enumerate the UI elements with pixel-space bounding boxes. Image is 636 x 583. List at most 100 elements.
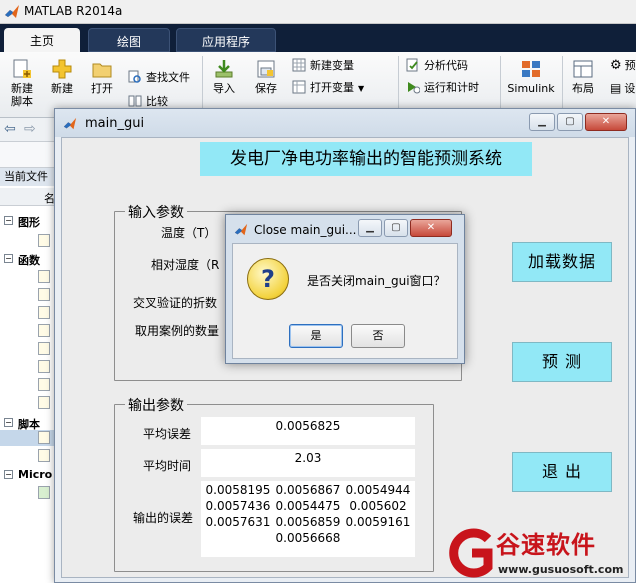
close-confirm-dialog: Close main_gui... ▁ ▢ ✕ ? 是否关闭main_gui窗口… xyxy=(225,214,465,364)
maximize-icon: ▢ xyxy=(391,222,401,233)
dialog-minimize-button[interactable]: ▁ xyxy=(358,219,382,237)
question-icon: ? xyxy=(247,258,289,300)
error-value: 0.005602 xyxy=(349,499,407,513)
error-value: 0.0054475 xyxy=(275,499,341,513)
open-variable-label: 打开变量 xyxy=(310,81,354,94)
run-and-time-icon xyxy=(408,82,420,94)
simulink-icon xyxy=(522,61,540,77)
tab-apps[interactable]: 应用程序 xyxy=(176,28,276,52)
tab-home[interactable]: 主页 xyxy=(4,28,80,52)
tree-collapse-toggle[interactable]: − xyxy=(4,418,13,427)
m-file-icon[interactable] xyxy=(38,288,50,301)
analyze-code-icon xyxy=(406,58,418,72)
predict-button[interactable]: 预 测 xyxy=(512,342,612,382)
name-column-header[interactable]: 名 xyxy=(0,188,56,206)
tree-section-microsoft[interactable]: Micro xyxy=(18,468,52,481)
minimize-button[interactable]: ▁ xyxy=(529,113,555,131)
m-file-icon[interactable] xyxy=(38,324,50,337)
temperature-label: 温度（T） xyxy=(161,226,217,240)
find-files-button[interactable]: 查找文件 xyxy=(128,70,190,86)
dialog-titlebar[interactable]: Close main_gui... ▁ ▢ ✕ xyxy=(226,215,464,243)
simulink-label: Simulink xyxy=(507,82,555,95)
system-heading: 发电厂净电功率输出的智能预测系统 xyxy=(200,142,532,176)
close-icon: ✕ xyxy=(426,222,436,233)
load-data-button[interactable]: 加载数据 xyxy=(512,242,612,282)
dialog-close-button[interactable]: ✕ xyxy=(410,219,452,237)
matlab-logo-icon xyxy=(63,117,77,130)
folder-nav-row: ⇦ ⇨ xyxy=(0,118,56,142)
m-file-icon[interactable] xyxy=(38,431,50,444)
close-button[interactable]: ✕ xyxy=(585,113,627,131)
import-label: 导入 xyxy=(213,82,235,95)
maximize-button[interactable]: ▢ xyxy=(557,113,583,131)
dialog-maximize-button[interactable]: ▢ xyxy=(384,219,408,237)
settings-button[interactable]: ▤ 设 xyxy=(610,80,635,96)
tree-collapse-toggle[interactable]: − xyxy=(4,470,13,479)
gusu-logo-icon xyxy=(449,528,493,578)
open-variable-button[interactable]: 打开变量 ▼ xyxy=(292,80,364,96)
compare-label: 比较 xyxy=(146,95,168,108)
new-script-button[interactable]: 新建 脚本 xyxy=(4,58,40,108)
dialog-title: Close main_gui... xyxy=(254,223,357,237)
case-count-label: 取用案例的数量 xyxy=(135,324,220,338)
open-button[interactable]: 打开 xyxy=(84,58,120,95)
close-icon: ✕ xyxy=(601,116,611,127)
forward-arrow-icon[interactable]: ⇨ xyxy=(24,121,36,137)
tree-section-functions[interactable]: 函数 xyxy=(18,252,40,268)
new-variable-button[interactable]: 新建变量 xyxy=(292,58,354,74)
output-errors-listbox[interactable]: 0.0058195 0.0056867 0.0054944 0.0057436 … xyxy=(201,481,415,557)
m-file-icon[interactable] xyxy=(38,449,50,462)
save-button[interactable]: 保存 xyxy=(248,58,284,95)
output-params-panel: 输出参数 平均误差 0.0056825 平均时间 2.03 输出的误差 0.00… xyxy=(114,395,434,572)
mean-time-field: 2.03 xyxy=(201,449,415,477)
error-row: 0.0057631 0.0056859 0.0059161 xyxy=(201,515,415,531)
yes-button[interactable]: 是 xyxy=(289,324,343,348)
new-button[interactable]: 新建 xyxy=(44,58,80,95)
new-script-icon xyxy=(13,59,31,78)
find-files-icon xyxy=(128,70,141,83)
open-label: 打开 xyxy=(91,82,113,95)
input-panel-title: 输入参数 xyxy=(125,202,187,222)
tab-plots[interactable]: 绘图 xyxy=(88,28,170,52)
exit-button[interactable]: 退 出 xyxy=(512,452,612,492)
folder-path-bar[interactable] xyxy=(0,142,56,168)
error-value: 0.0056668 xyxy=(275,531,341,545)
import-button[interactable]: 导入 xyxy=(206,58,242,95)
tree-collapse-toggle[interactable]: − xyxy=(4,254,13,263)
analyze-code-button[interactable]: 分析代码 xyxy=(406,58,468,74)
cv-folds-label: 交叉验证的折数 xyxy=(133,296,218,310)
minimize-icon: ▁ xyxy=(366,222,374,233)
mean-error-label: 平均误差 xyxy=(143,427,192,441)
dialog-message: 是否关闭main_gui窗口？ xyxy=(307,274,446,288)
m-file-icon[interactable] xyxy=(38,378,50,391)
settings-label: 设 xyxy=(624,82,636,95)
tree-section-figures[interactable]: 图形 xyxy=(18,214,40,230)
tree-collapse-toggle[interactable]: − xyxy=(4,216,13,225)
excel-file-icon[interactable] xyxy=(38,486,50,499)
new-variable-label: 新建变量 xyxy=(310,59,354,72)
chevron-down-icon: ▼ xyxy=(358,84,365,93)
layout-button[interactable]: 布局 xyxy=(566,58,600,95)
settings-icon: ▤ xyxy=(610,81,622,95)
run-and-time-label: 运行和计时 xyxy=(424,81,479,94)
new-label: 新建 xyxy=(51,82,73,95)
m-file-icon[interactable] xyxy=(38,342,50,355)
run-and-time-button[interactable]: 运行和计时 xyxy=(406,80,479,96)
m-file-icon[interactable] xyxy=(38,396,50,409)
error-value: 0.0056859 xyxy=(275,515,341,529)
simulink-button[interactable]: Simulink xyxy=(504,58,558,95)
find-files-label: 查找文件 xyxy=(146,71,190,84)
m-file-icon[interactable] xyxy=(38,270,50,283)
matlab-logo-icon xyxy=(234,223,248,236)
open-variable-icon xyxy=(292,80,306,94)
output-errors-label: 输出的误差 xyxy=(133,511,194,525)
mean-error-field: 0.0056825 xyxy=(201,417,415,445)
no-button[interactable]: 否 xyxy=(351,324,405,348)
watermark-url: www.gusuosoft.com xyxy=(498,563,624,576)
m-file-icon[interactable] xyxy=(38,360,50,373)
preferences-button[interactable]: ⚙ 预 xyxy=(610,58,636,74)
m-file-icon[interactable] xyxy=(38,306,50,319)
back-arrow-icon[interactable]: ⇦ xyxy=(4,121,16,137)
fig-file-icon[interactable] xyxy=(38,234,50,247)
main-gui-titlebar[interactable]: main_gui ▁ ▢ ✕ xyxy=(55,109,635,137)
